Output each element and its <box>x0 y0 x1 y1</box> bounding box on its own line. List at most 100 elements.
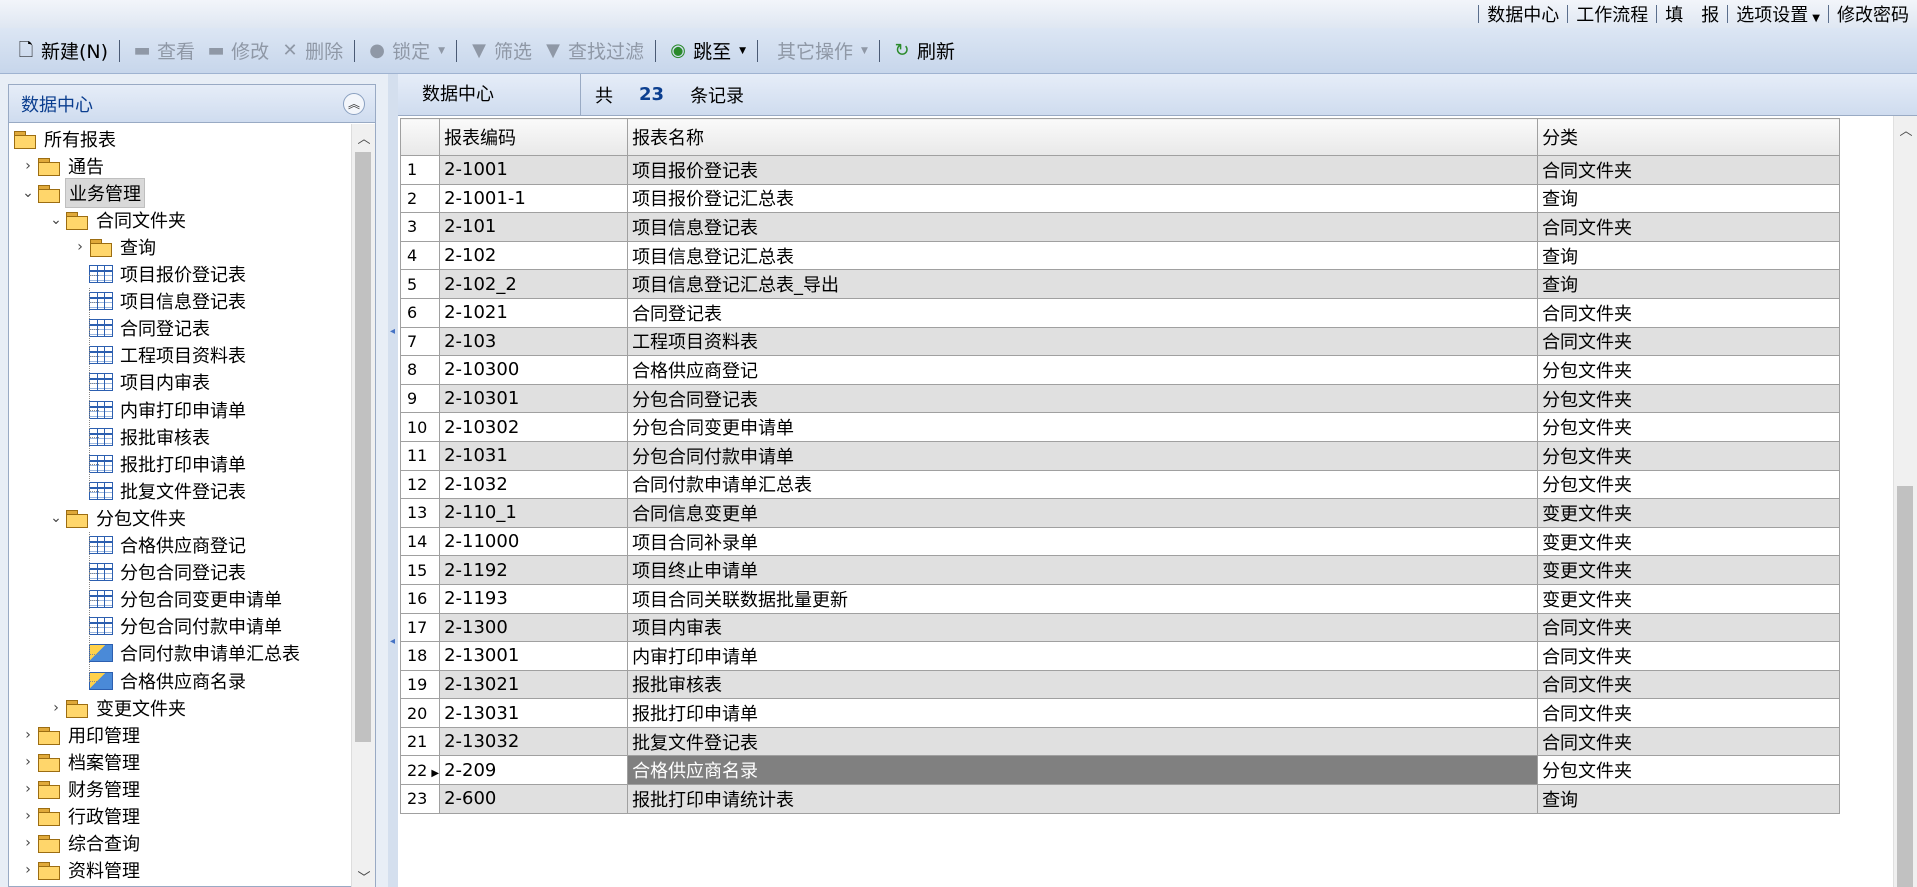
cell-report-code[interactable]: 2-110_1 <box>439 498 629 528</box>
cell-report-name[interactable]: 内审打印申请单 <box>627 641 1539 671</box>
scroll-thumb[interactable] <box>1897 486 1913 887</box>
cell-report-name[interactable]: 项目内审表 <box>627 612 1539 643</box>
cell-report-name[interactable]: 合格供应商名录 <box>627 755 1539 786</box>
tree-node-label[interactable]: 项目报价登记表 <box>117 260 249 288</box>
cell-report-name[interactable]: 项目终止申请单 <box>627 555 1539 585</box>
cell-category[interactable]: 分包文件夹 <box>1537 469 1841 500</box>
cell-report-code[interactable]: 2-1031 <box>439 440 629 471</box>
cell-report-code[interactable]: 2-13001 <box>439 641 629 671</box>
cell-report-code[interactable]: 2-1001-1 <box>439 183 629 214</box>
cell-report-name[interactable]: 批复文件登记表 <box>627 726 1539 757</box>
table-row[interactable]: 8 2-10300 合格供应商登记 分包文件夹 <box>399 355 1841 385</box>
table-row[interactable]: 13 2-110_1 合同信息变更单 变更文件夹 <box>399 498 1841 528</box>
table-row[interactable]: 23 2-600 报批打印申请统计表 查询 <box>399 784 1841 814</box>
cell-category[interactable]: 合同文件夹 <box>1537 698 1841 728</box>
expand-chevron-icon[interactable]: › <box>19 835 37 851</box>
cell-report-name[interactable]: 合同信息变更单 <box>627 498 1539 528</box>
expand-chevron-icon[interactable]: › <box>19 727 37 743</box>
tree-node-label[interactable]: 变更文件夹 <box>93 694 189 722</box>
tree-node-label[interactable]: 业务管理 <box>65 177 145 208</box>
cell-report-code[interactable]: 2-1300 <box>439 612 629 643</box>
cell-category[interactable]: 合同文件夹 <box>1537 297 1841 328</box>
table-row[interactable]: 14 2-11000 项目合同补录单 变更文件夹 <box>399 526 1841 557</box>
table-row[interactable]: 18 2-13001 内审打印申请单 合同文件夹 <box>399 641 1841 671</box>
tree-node-label[interactable]: 分包文件夹 <box>93 504 189 532</box>
cell-category[interactable]: 分包文件夹 <box>1537 355 1841 385</box>
expand-chevron-icon[interactable]: › <box>71 239 89 255</box>
cell-report-code[interactable]: 2-1193 <box>439 583 629 614</box>
cell-report-name[interactable]: 项目信息登记汇总表_导出 <box>627 269 1539 299</box>
cell-report-code[interactable]: 2-13021 <box>439 669 629 700</box>
cell-category[interactable]: 合同文件夹 <box>1537 726 1841 757</box>
tree-node-label[interactable]: 通告 <box>65 152 107 180</box>
collapse-chevron-icon[interactable]: ⌄ <box>47 510 65 526</box>
tree-node-label[interactable]: 报批审核表 <box>117 423 213 451</box>
cell-report-code[interactable]: 2-600 <box>439 784 629 814</box>
tree-node[interactable]: ⌄ 业务管理 <box>19 177 145 208</box>
cell-report-name[interactable]: 合同付款申请单汇总表 <box>627 469 1539 500</box>
column-header-code[interactable]: 报表编码 <box>439 118 629 156</box>
cell-report-code[interactable]: 2-1032 <box>439 469 629 500</box>
cell-category[interactable]: 分包文件夹 <box>1537 412 1841 442</box>
collapse-chevron-icon[interactable]: ⌄ <box>47 212 65 228</box>
tree-node-label[interactable]: 查询 <box>117 233 159 261</box>
cell-report-name[interactable]: 合同登记表 <box>627 297 1539 328</box>
tree-node-label[interactable]: 批复文件登记表 <box>117 477 249 505</box>
link-options[interactable]: 选项设置 ▼ <box>1736 1 1820 27</box>
cell-report-name[interactable]: 项目信息登记汇总表 <box>627 240 1539 271</box>
cell-report-name[interactable]: 项目合同关联数据批量更新 <box>627 583 1539 614</box>
table-row[interactable]: 3 2-101 项目信息登记表 合同文件夹 <box>399 212 1841 242</box>
cell-report-name[interactable]: 工程项目资料表 <box>627 326 1539 357</box>
expand-chevron-icon[interactable]: › <box>19 781 37 797</box>
lock-button[interactable]: ● 锁定 ▼ <box>361 35 450 67</box>
table-row[interactable]: 12 2-1032 合同付款申请单汇总表 分包文件夹 <box>399 469 1841 500</box>
expand-chevron-icon[interactable]: › <box>19 862 37 878</box>
cell-category[interactable]: 查询 <box>1537 784 1841 814</box>
cell-category[interactable]: 合同文件夹 <box>1537 326 1841 357</box>
table-row[interactable]: 16 2-1193 项目合同关联数据批量更新 变更文件夹 <box>399 583 1841 614</box>
cell-report-name[interactable]: 项目合同补录单 <box>627 526 1539 557</box>
table-row[interactable]: 19 2-13021 报批审核表 合同文件夹 <box>399 669 1841 700</box>
splitter-left-arrow-icon[interactable]: ◂ <box>390 326 395 340</box>
new-button[interactable]: 🗋 新建(N) <box>10 35 113 67</box>
table-row[interactable]: 21 2-13032 批复文件登记表 合同文件夹 <box>399 726 1841 757</box>
cell-report-code[interactable]: 2-102 <box>439 240 629 271</box>
tree-node[interactable]: › 财务管理 <box>19 775 143 802</box>
cell-report-name[interactable]: 分包合同登记表 <box>627 383 1539 414</box>
scroll-up-icon[interactable]: ︿ <box>1894 120 1917 139</box>
cell-category[interactable]: 变更文件夹 <box>1537 555 1841 585</box>
cell-report-name[interactable]: 分包合同变更申请单 <box>627 412 1539 442</box>
cell-report-code[interactable]: 2-1001 <box>439 155 629 185</box>
column-header-category[interactable]: 分类 <box>1537 118 1841 156</box>
cell-report-code[interactable]: 2-11000 <box>439 526 629 557</box>
scroll-down-icon[interactable]: ﹀ <box>352 867 376 886</box>
tree-node[interactable]: 分包合同变更申请单 <box>71 586 285 613</box>
tree-node[interactable]: › 档案管理 <box>19 748 143 775</box>
tree-node-label[interactable]: 合格供应商登记 <box>117 531 249 559</box>
tree-node-label[interactable]: 档案管理 <box>65 748 143 776</box>
cell-report-code[interactable]: 2-102_2 <box>439 269 629 299</box>
cell-report-code[interactable]: 2-10301 <box>439 383 629 414</box>
link-workflow[interactable]: 工作流程 <box>1576 1 1648 27</box>
tree-node-label[interactable]: 合格供应商名录 <box>117 667 249 695</box>
goto-button[interactable]: ◉ 跳至 ▼ <box>662 35 751 67</box>
cell-report-name[interactable]: 合格供应商登记 <box>627 355 1539 385</box>
link-data-center[interactable]: 数据中心 <box>1487 1 1559 27</box>
table-row[interactable]: 9 2-10301 分包合同登记表 分包文件夹 <box>399 383 1841 414</box>
table-row[interactable]: 20 2-13031 报批打印申请单 合同文件夹 <box>399 698 1841 728</box>
scroll-up-icon[interactable]: ︿ <box>352 128 376 147</box>
tree-node[interactable]: › 资料管理 <box>19 857 143 884</box>
tree-node-label[interactable]: 合同付款申请单汇总表 <box>117 639 303 667</box>
table-row[interactable]: 7 2-103 工程项目资料表 合同文件夹 <box>399 326 1841 357</box>
tree-node-label[interactable]: 项目内审表 <box>117 368 213 396</box>
cell-category[interactable]: 查询 <box>1537 183 1841 214</box>
cell-category[interactable]: 变更文件夹 <box>1537 583 1841 614</box>
scroll-thumb[interactable] <box>355 152 371 742</box>
cell-category[interactable]: 变更文件夹 <box>1537 526 1841 557</box>
tree-node-label[interactable]: 分包合同付款申请单 <box>117 612 285 640</box>
table-row[interactable]: 5 2-102_2 项目信息登记汇总表_导出 查询 <box>399 269 1841 299</box>
column-header-name[interactable]: 报表名称 <box>627 118 1539 156</box>
tree-node[interactable]: › 通告 <box>19 152 107 179</box>
tree-node-label[interactable]: 报批打印申请单 <box>117 450 249 478</box>
table-row[interactable]: 11 2-1031 分包合同付款申请单 分包文件夹 <box>399 440 1841 471</box>
